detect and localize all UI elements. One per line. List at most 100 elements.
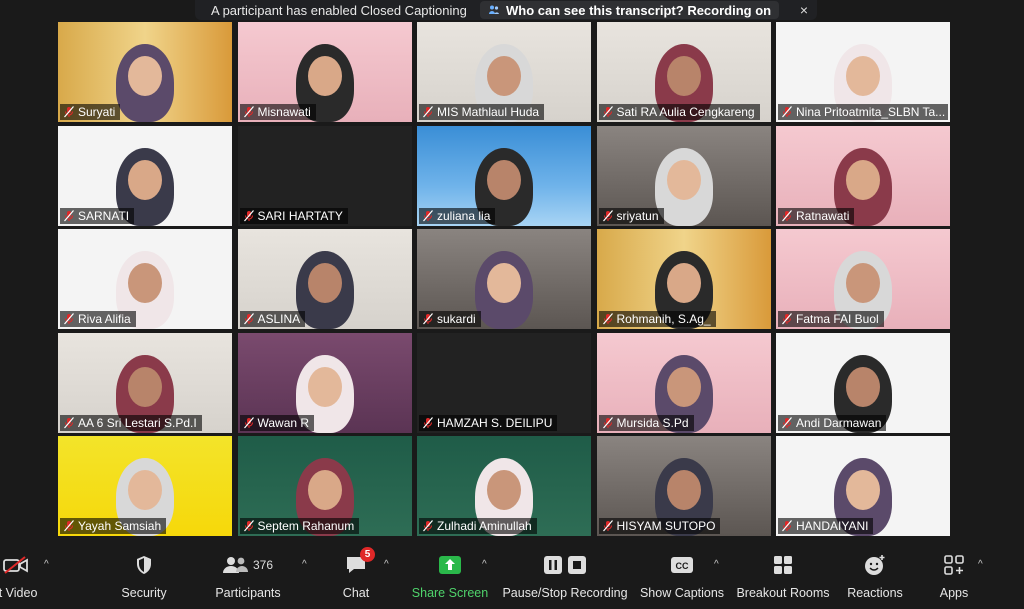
breakout-rooms-button[interactable]: Breakout Rooms — [736, 543, 830, 609]
participant-name: HAMZAH S. DEILIPU — [437, 415, 553, 430]
participant-name: Ratnawati — [796, 208, 850, 223]
participant-name-tag: Mursida S.Pd — [598, 414, 694, 431]
muted-mic-icon — [782, 313, 792, 325]
participant-name-tag: Suryati — [60, 104, 121, 120]
participant-name-tag: Septem Rahanum — [239, 518, 360, 534]
chat-label: Chat — [342, 586, 370, 600]
participant-face — [487, 159, 521, 200]
chat-button[interactable]: 5 Chat — [336, 543, 376, 609]
participant-tile[interactable]: Riva Alifia — [58, 229, 232, 329]
participant-tile[interactable]: MIS Mathlaul Huda — [417, 22, 591, 122]
participant-face — [846, 470, 880, 510]
participant-name: ASLINA — [257, 312, 301, 326]
participant-tile[interactable]: Sati RA Aulia Cengkareng — [596, 22, 771, 122]
participant-tile[interactable]: Ratnawati — [776, 125, 950, 226]
participant-tile[interactable]: ASLINA — [237, 229, 412, 329]
participant-name: Rohmanih, S.Ag_ — [616, 312, 711, 326]
security-button[interactable]: Security — [112, 543, 176, 609]
muted-mic-icon — [243, 209, 254, 221]
share-options-chevron-icon[interactable]: ^ — [482, 559, 487, 570]
participant-tile[interactable]: SARNATI — [58, 125, 232, 226]
participant-tile[interactable]: Septem Rahanum — [237, 436, 412, 536]
participant-tile[interactable]: Misnawati — [237, 22, 412, 122]
participant-name: Sati RA Aulia Cengkareng — [616, 105, 755, 119]
muted-mic-icon — [243, 313, 254, 325]
participant-face — [128, 159, 162, 200]
participant-name-tag: SARNATI — [60, 207, 135, 224]
share-screen-label: Share Screen — [411, 586, 489, 600]
video-options-chevron-icon[interactable]: ^ — [44, 559, 49, 570]
show-captions-label: Show Captions — [639, 586, 725, 600]
participant-face — [307, 56, 342, 96]
participant-face — [128, 470, 162, 510]
share-screen-button[interactable]: Share Screen — [410, 543, 490, 609]
participant-tile[interactable]: HISYAM SUTOPO — [596, 436, 771, 536]
participant-name: Fatma FAI Buol — [796, 312, 879, 326]
reaction-emoji-icon — [865, 555, 885, 575]
participant-name-tag: sukardi — [419, 311, 481, 327]
participant-tile[interactable]: Fatma FAI Buol — [776, 229, 950, 329]
reactions-button[interactable]: Reactions — [844, 543, 906, 609]
participant-tile[interactable]: Andi Darmawan — [776, 332, 950, 433]
participant-name: HANDAIYANI — [796, 519, 869, 533]
participant-name-tag: Ratnawati — [778, 207, 855, 224]
participant-tile[interactable]: Nina Pritoatmita_SLBN Ta... — [776, 22, 950, 122]
apps-button[interactable]: Apps — [934, 543, 974, 609]
participant-name-tag: MIS Mathlaul Huda — [419, 104, 545, 120]
participant-name-tag: Sati RA Aulia Cengkareng — [598, 104, 760, 120]
participant-tile[interactable]: zuliana lia — [417, 125, 591, 226]
muted-mic-icon — [782, 416, 792, 428]
video-off-icon — [3, 556, 28, 574]
participant-face — [307, 366, 342, 407]
participant-tile[interactable]: Mursida S.Pd — [596, 332, 771, 433]
show-captions-button[interactable]: CC Show Captions — [640, 543, 724, 609]
participant-face — [666, 470, 701, 510]
apps-options-chevron-icon[interactable]: ^ — [978, 559, 983, 570]
pause-stop-recording-button[interactable]: Pause/Stop Recording — [502, 543, 628, 609]
muted-mic-icon — [243, 520, 254, 532]
participants-options-chevron-icon[interactable]: ^ — [302, 559, 307, 570]
participant-tile[interactable]: Yayah Samsiah — [58, 436, 232, 536]
participant-face — [666, 366, 701, 407]
participant-face — [487, 56, 521, 96]
participant-tile[interactable]: HANDAIYANI — [776, 436, 950, 536]
breakout-rooms-label: Breakout Rooms — [736, 586, 830, 600]
start-video-button[interactable]: rt Video — [0, 543, 46, 609]
transcript-visibility-button[interactable]: Who can see this transcript? Recording o… — [480, 1, 780, 19]
shield-icon — [137, 556, 151, 574]
participant-face — [846, 263, 880, 303]
participant-tile[interactable]: sukardi — [417, 229, 591, 329]
chat-options-chevron-icon[interactable]: ^ — [384, 559, 389, 570]
participant-name: Zulhadi Aminullah — [437, 519, 532, 533]
participant-face — [846, 159, 880, 200]
participant-tile[interactable]: sriyatun — [596, 125, 771, 226]
participant-tile[interactable]: Rohmanih, S.Ag_ — [596, 229, 771, 329]
participant-name-tag: HISYAM SUTOPO — [598, 518, 721, 534]
participant-tile[interactable]: Zulhadi Aminullah — [417, 436, 591, 536]
participant-name-tag: zuliana lia — [419, 207, 496, 224]
captions-options-chevron-icon[interactable]: ^ — [714, 559, 719, 570]
breakout-rooms-icon — [774, 556, 792, 574]
start-video-label: rt Video — [0, 586, 38, 600]
participant-tile[interactable]: Wawan R — [237, 332, 412, 433]
participant-face — [666, 263, 701, 303]
muted-mic-icon — [423, 106, 433, 118]
participant-tile[interactable]: AA 6 Sri Lestari S.Pd.I — [58, 332, 232, 433]
muted-mic-icon — [423, 313, 433, 325]
participant-face — [846, 56, 880, 96]
share-screen-icon — [439, 556, 461, 574]
participant-tile[interactable]: Suryati — [58, 22, 232, 122]
participant-tile[interactable]: HAMZAH S. DEILIPU — [417, 332, 591, 433]
svg-text:CC: CC — [676, 561, 689, 571]
participant-name: Riva Alifia — [78, 312, 131, 326]
participant-name: Nina Pritoatmita_SLBN Ta... — [796, 105, 946, 119]
participant-name: SARNATI — [78, 208, 130, 223]
pause-icon — [544, 556, 562, 574]
muted-mic-icon — [64, 313, 74, 325]
participant-tile[interactable]: SARI HARTATY — [237, 125, 412, 226]
participant-name: SARI HARTATY — [257, 208, 343, 223]
participant-name-tag: Nina Pritoatmita_SLBN Ta... — [778, 104, 948, 120]
participants-button[interactable]: 376 Participants — [210, 543, 286, 609]
participant-face — [128, 56, 162, 96]
close-banner-icon[interactable]: × — [791, 2, 817, 18]
